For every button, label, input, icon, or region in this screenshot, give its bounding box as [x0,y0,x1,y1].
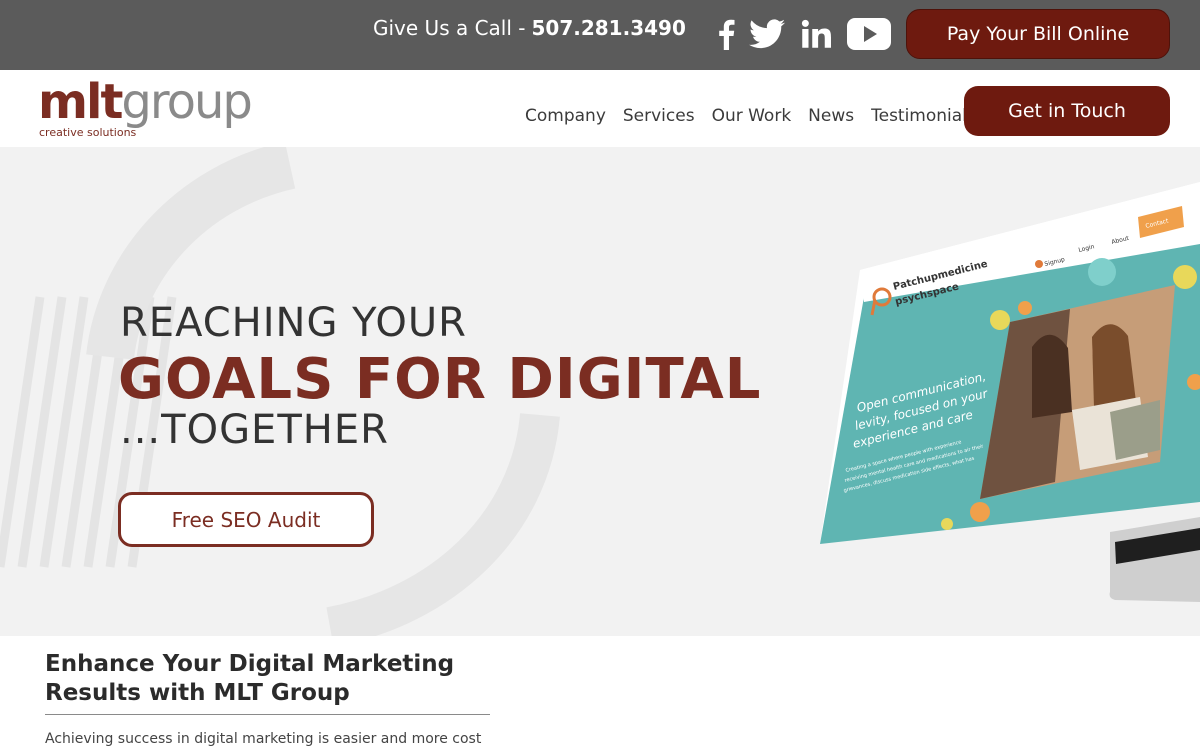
call-label: Give Us a Call - [373,16,526,40]
section-intro-text: Achieving success in digital marketing i… [45,731,482,747]
free-seo-audit-button[interactable]: Free SEO Audit [118,492,374,547]
nav-testimonials[interactable]: Testimonials [871,106,976,126]
logo-wordmark: mltgroup [38,74,253,130]
nav-services[interactable]: Services [623,106,695,126]
get-in-touch-button[interactable]: Get in Touch [964,86,1170,136]
section-title: Enhance Your Digital Marketing Results w… [45,651,455,706]
hero-banner: REACHING YOUR GOALS FOR DIGITAL ...TOGET… [0,147,1200,636]
nav-news[interactable]: News [808,106,854,126]
hero-heading-line2: GOALS FOR DIGITAL [118,347,762,412]
nav-our-work[interactable]: Our Work [712,106,792,126]
section-divider [45,714,490,715]
website-mockup-image: Contact About Login Signup Patchupmedici… [820,182,1200,602]
twitter-icon[interactable] [748,14,786,54]
facebook-icon[interactable] [712,14,740,54]
pay-bill-button[interactable]: Pay Your Bill Online [906,9,1170,59]
site-header: mltgroup creative solutions Company Serv… [0,70,1200,147]
call-us-text: Give Us a Call -507.281.3490 [373,16,686,40]
logo-tagline: creative solutions [39,126,137,139]
hero-heading-line3: ...TOGETHER [120,407,389,453]
top-bar: Give Us a Call -507.281.3490 Pay Your Bi… [0,0,1200,70]
hero-heading-line1: REACHING YOUR [120,300,467,346]
phone-number[interactable]: 507.281.3490 [532,16,686,40]
youtube-icon[interactable] [846,14,892,54]
linkedin-icon[interactable] [798,14,834,54]
nav-company[interactable]: Company [525,106,606,126]
mlt-group-logo[interactable]: mltgroup creative solutions [38,78,273,140]
main-nav: Company Services Our Work News Testimoni… [525,106,993,126]
